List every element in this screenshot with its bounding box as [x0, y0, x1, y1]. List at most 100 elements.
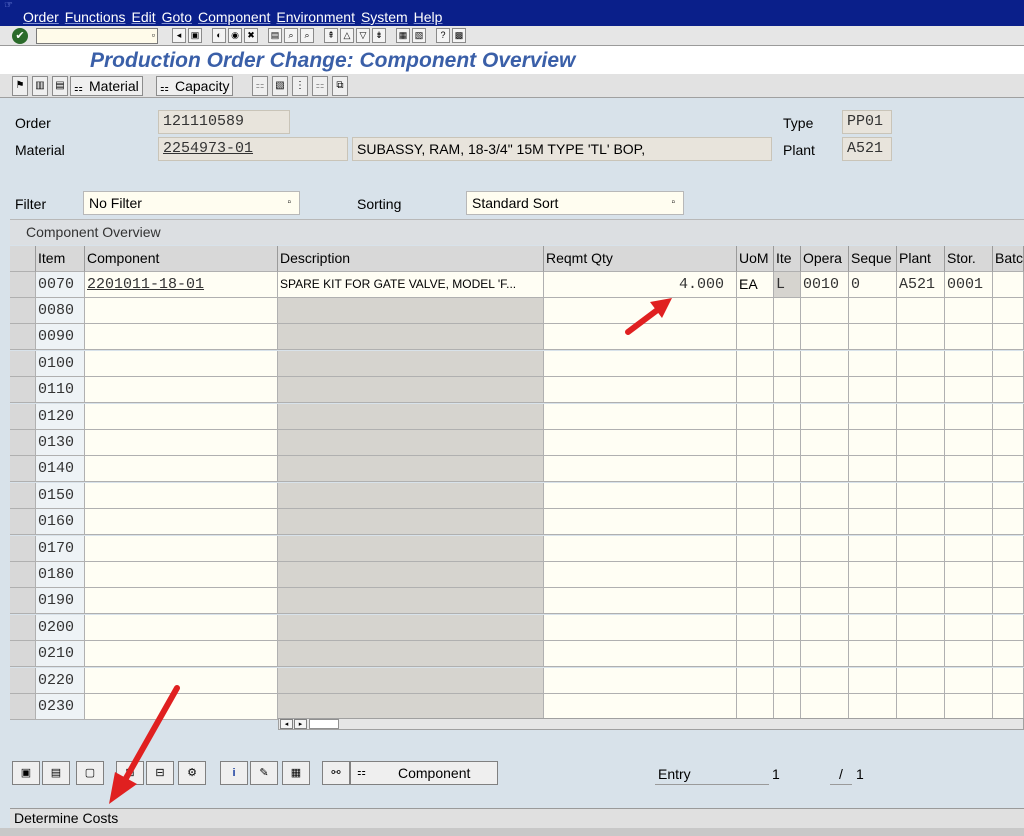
- uom-cell[interactable]: [737, 403, 774, 430]
- dropdown-icon[interactable]: ▫: [152, 30, 155, 40]
- ite-cell[interactable]: [774, 694, 801, 720]
- uom-cell[interactable]: EA: [737, 272, 774, 298]
- qty-cell[interactable]: [544, 641, 737, 668]
- seque-cell[interactable]: [849, 535, 897, 562]
- qty-cell[interactable]: [544, 562, 737, 588]
- column-header-ite[interactable]: Ite: [774, 246, 801, 272]
- table-settings-icon[interactable]: ▦: [282, 761, 310, 785]
- plant-cell[interactable]: [897, 641, 945, 668]
- batch-cell[interactable]: [993, 456, 1024, 483]
- scroll-thumb[interactable]: [309, 719, 339, 729]
- ite-cell[interactable]: [774, 641, 801, 668]
- qty-cell[interactable]: [544, 350, 737, 377]
- item-cell[interactable]: 0100: [36, 350, 85, 377]
- plant-cell[interactable]: [897, 324, 945, 351]
- table-row[interactable]: 0230: [10, 694, 1024, 720]
- filter-select[interactable]: No Filter ▫: [83, 191, 300, 215]
- row-selector[interactable]: [10, 482, 36, 509]
- ite-cell[interactable]: [774, 377, 801, 404]
- uom-cell[interactable]: [737, 694, 774, 720]
- item-cell[interactable]: 0140: [36, 456, 85, 483]
- menu-item[interactable]: Help: [414, 9, 443, 25]
- select-all-icon[interactable]: ▣: [12, 761, 40, 785]
- stor-cell[interactable]: [945, 509, 993, 536]
- qty-cell[interactable]: [544, 535, 737, 562]
- tree-icon[interactable]: ⚏: [312, 76, 328, 96]
- find-next-icon[interactable]: ⌕: [300, 28, 314, 43]
- stack-icon[interactable]: ▧: [272, 76, 288, 96]
- row-selector[interactable]: [10, 324, 36, 351]
- row-selector[interactable]: [10, 641, 36, 668]
- info-icon[interactable]: i: [220, 761, 248, 785]
- stor-cell[interactable]: [945, 324, 993, 351]
- uom-cell[interactable]: [737, 641, 774, 668]
- material-field[interactable]: 2254973-01: [158, 137, 348, 161]
- component-cell[interactable]: [85, 456, 278, 483]
- plant-cell[interactable]: [897, 456, 945, 483]
- table-row[interactable]: 0090: [10, 324, 1024, 351]
- seque-cell[interactable]: [849, 667, 897, 694]
- item-cell[interactable]: 0130: [36, 430, 85, 456]
- menu-item[interactable]: Order: [23, 9, 59, 25]
- batch-cell[interactable]: [993, 350, 1024, 377]
- flag-icon[interactable]: ⚑: [12, 76, 28, 96]
- ite-cell[interactable]: [774, 430, 801, 456]
- row-selector[interactable]: [10, 298, 36, 324]
- qty-cell[interactable]: [544, 482, 737, 509]
- component-cell[interactable]: [85, 298, 278, 324]
- item-cell[interactable]: 0170: [36, 535, 85, 562]
- uom-cell[interactable]: [737, 588, 774, 615]
- new-session-icon[interactable]: ▦: [396, 28, 410, 43]
- stor-cell[interactable]: [945, 641, 993, 668]
- component-cell[interactable]: 2201011-18-01: [85, 272, 278, 298]
- cancel-icon[interactable]: ✖: [244, 28, 258, 43]
- qty-cell[interactable]: [544, 588, 737, 615]
- item-cell[interactable]: 0230: [36, 694, 85, 720]
- opera-cell[interactable]: [801, 403, 849, 430]
- dropdown-icon[interactable]: ▫: [671, 192, 675, 214]
- operation-cell[interactable]: 0010: [801, 272, 849, 298]
- batch-cell[interactable]: [993, 509, 1024, 536]
- copy-icon[interactable]: ⧉: [332, 76, 348, 96]
- uom-cell[interactable]: [737, 456, 774, 483]
- qty-cell[interactable]: [544, 324, 737, 351]
- seque-cell[interactable]: [849, 509, 897, 536]
- component-cell[interactable]: [85, 482, 278, 509]
- seque-cell[interactable]: [849, 350, 897, 377]
- back-arrow-icon[interactable]: ◂: [172, 28, 186, 43]
- batch-cell[interactable]: [993, 562, 1024, 588]
- dropdown-icon[interactable]: ▫: [287, 192, 291, 214]
- command-field[interactable]: ▫: [36, 28, 158, 44]
- binoculars-icon[interactable]: ⚯: [322, 761, 350, 785]
- row-selector[interactable]: [10, 377, 36, 404]
- batch-cell[interactable]: [993, 430, 1024, 456]
- opera-cell[interactable]: [801, 482, 849, 509]
- row-selector[interactable]: [10, 350, 36, 377]
- component-cell[interactable]: [85, 324, 278, 351]
- sorting-select[interactable]: Standard Sort ▫: [466, 191, 684, 215]
- horizontal-scrollbar[interactable]: ◂ ▸: [278, 718, 1024, 730]
- row-selector[interactable]: [10, 403, 36, 430]
- column-header-description[interactable]: Description: [278, 246, 544, 272]
- plant-cell[interactable]: [897, 535, 945, 562]
- opera-cell[interactable]: [801, 667, 849, 694]
- print-icon[interactable]: ▤: [268, 28, 282, 43]
- enter-check-icon[interactable]: ✔: [12, 28, 28, 44]
- system-menu-icon[interactable]: ☞: [4, 0, 13, 11]
- component-cell[interactable]: [85, 588, 278, 615]
- batch-cell[interactable]: [993, 535, 1024, 562]
- ite-cell[interactable]: [774, 482, 801, 509]
- row-selector[interactable]: [10, 456, 36, 483]
- plant-cell[interactable]: A521: [897, 272, 945, 298]
- table-row[interactable]: 0150: [10, 482, 1024, 509]
- uom-cell[interactable]: [737, 377, 774, 404]
- stor-cell[interactable]: [945, 403, 993, 430]
- column-header-stor[interactable]: Stor.: [945, 246, 993, 272]
- item-cell[interactable]: 0160: [36, 509, 85, 536]
- ite-cell[interactable]: [774, 509, 801, 536]
- opera-cell[interactable]: [801, 588, 849, 615]
- plant-cell[interactable]: [897, 298, 945, 324]
- row-selector[interactable]: [10, 430, 36, 456]
- qty-cell[interactable]: [544, 377, 737, 404]
- batch-cell[interactable]: [993, 641, 1024, 668]
